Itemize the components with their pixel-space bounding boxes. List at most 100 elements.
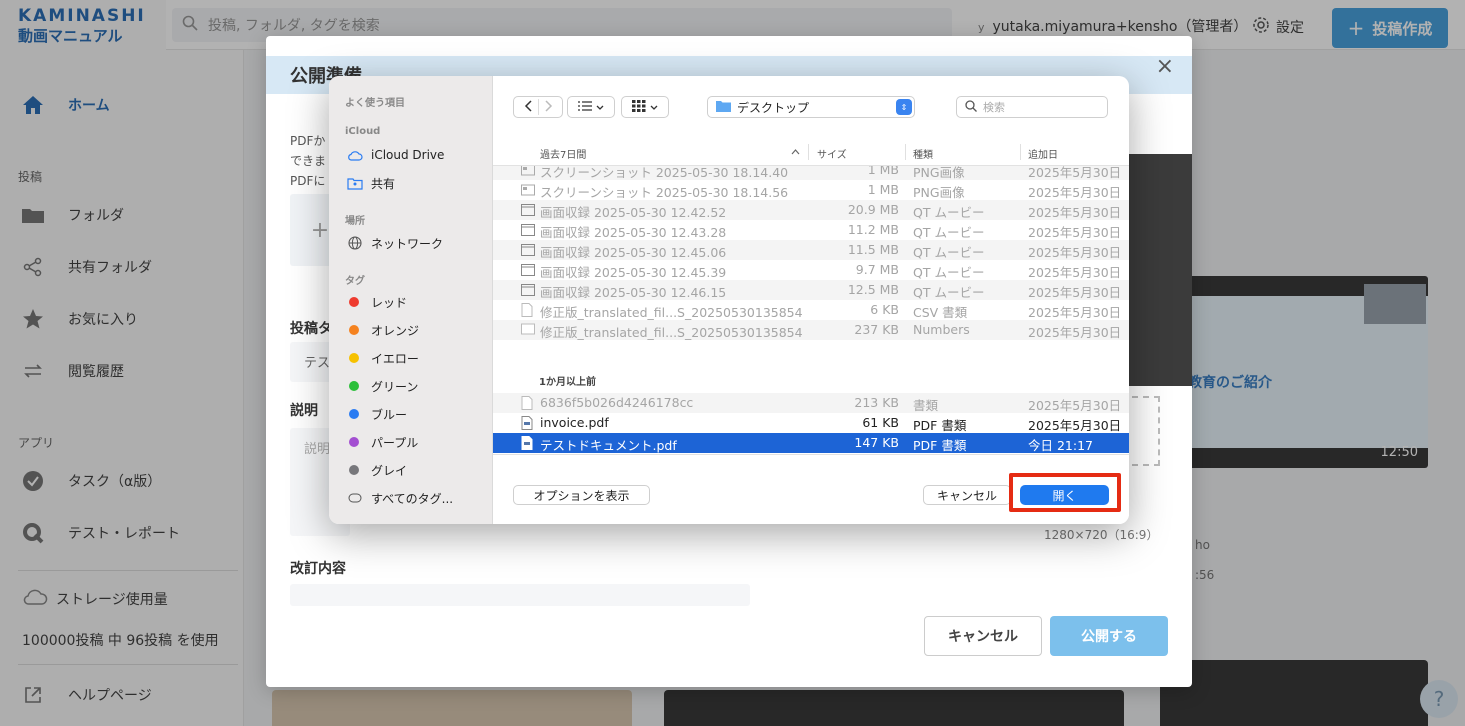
- show-options-button[interactable]: オプションを表示: [513, 485, 650, 505]
- desktop-folder-icon: [716, 100, 731, 115]
- sidebar-item-label: グレイ: [371, 463, 408, 478]
- column-size[interactable]: サイズ: [817, 146, 847, 161]
- grid-view-button[interactable]: [621, 96, 669, 118]
- file-name: 画面収録 2025-05-30 12.46.15: [540, 285, 727, 300]
- sidebar-tag-red[interactable]: レッド: [347, 293, 407, 311]
- tag-color-dot: [349, 409, 359, 419]
- description-label: 説明: [290, 403, 318, 419]
- movie-icon: [521, 263, 535, 277]
- sidebar-tag-purple[interactable]: パープル: [347, 433, 418, 451]
- tag-color-dot: [349, 465, 359, 475]
- resolution-label: 1280×720（16:9）: [1044, 528, 1159, 542]
- file-row[interactable]: 修正版_translated_fil...S_20250530135854 23…: [493, 320, 1129, 340]
- tag-color-dot: [349, 353, 359, 363]
- file-name: スクリーンショット 2025-05-30 18.14.56: [540, 185, 789, 200]
- file-name: スクリーンショット 2025-05-30 18.14.40: [540, 166, 789, 180]
- modal-description: PDFか: [290, 134, 326, 148]
- file-row[interactable]: 修正版_translated_fil...S_20250530135854 6 …: [493, 300, 1129, 320]
- modal-description: PDFに: [290, 174, 326, 188]
- column-name[interactable]: 過去7日間: [540, 146, 586, 161]
- dialog-search-input[interactable]: 検索: [956, 96, 1108, 118]
- file-size: 237 KB: [854, 322, 899, 337]
- chevron-down-icon: [596, 100, 604, 114]
- publish-button[interactable]: 公開する: [1050, 616, 1168, 656]
- highlight-annotation: [1009, 473, 1121, 512]
- pdf-icon: [521, 416, 535, 430]
- sidebar-tag-gray[interactable]: グレイ: [347, 461, 407, 479]
- file-row[interactable]: 画面収録 2025-05-30 12.43.28 11.2 MB QT ムービー…: [493, 220, 1129, 240]
- tag-color-dot: [349, 297, 359, 307]
- file-kind: PNG画像: [913, 185, 965, 200]
- file-kind: PNG画像: [913, 166, 965, 180]
- dialog-cancel-button[interactable]: キャンセル: [923, 485, 1011, 505]
- column-date[interactable]: 追加日: [1028, 146, 1058, 161]
- file-name: 画面収録 2025-05-30 12.42.52: [540, 205, 727, 220]
- file-kind: QT ムービー: [913, 285, 985, 300]
- numbers-icon: [521, 323, 535, 337]
- sidebar-tag-green[interactable]: グリーン: [347, 377, 418, 395]
- chevron-right-icon[interactable]: [543, 99, 553, 115]
- search-icon: [965, 99, 977, 115]
- image-icon: [521, 166, 535, 177]
- file-row[interactable]: 画面収録 2025-05-30 12.45.06 11.5 MB QT ムービー…: [493, 240, 1129, 260]
- modal-cancel-button[interactable]: キャンセル: [924, 616, 1042, 656]
- file-row[interactable]: 画面収録 2025-05-30 12.46.15 12.5 MB QT ムービー…: [493, 280, 1129, 300]
- thumbnail-preview: [1118, 154, 1192, 386]
- sidebar-tag-orange[interactable]: オレンジ: [347, 321, 419, 339]
- sidebar-shared[interactable]: 共有: [347, 174, 395, 192]
- file-row[interactable]: スクリーンショット 2025-05-30 18.14.56 1 MB PNG画像…: [493, 180, 1129, 200]
- file-size: 20.9 MB: [847, 202, 899, 217]
- sort-chevron-up-icon: [791, 147, 800, 158]
- thumbnail-dropzone[interactable]: [1132, 396, 1160, 466]
- sidebar-network[interactable]: ネットワーク: [347, 234, 443, 252]
- file-name: 画面収録 2025-05-30 12.45.39: [540, 265, 727, 280]
- file-row-selected[interactable]: テストドキュメント.pdf 147 KB PDF 書類 今日 21:17: [493, 433, 1129, 453]
- sidebar-tag-blue[interactable]: ブルー: [347, 405, 407, 423]
- file-kind: QT ムービー: [913, 205, 985, 220]
- grid-icon: [632, 99, 646, 115]
- file-name: 画面収録 2025-05-30 12.43.28: [540, 225, 727, 240]
- revision-label: 改訂内容: [290, 561, 346, 577]
- tags-section: タグ: [345, 276, 365, 287]
- chevron-down-icon: [650, 100, 658, 114]
- divider: [905, 144, 906, 160]
- tag-outline-icon: [347, 490, 363, 506]
- sidebar-tag-yellow[interactable]: イエロー: [347, 349, 419, 367]
- movie-icon: [521, 283, 535, 297]
- sidebar-item-label: グリーン: [371, 379, 419, 394]
- file-row[interactable]: スクリーンショット 2025-05-30 18.14.40 1 MB PNG画像…: [493, 166, 1129, 180]
- location-popup[interactable]: デスクトップ ⇕: [707, 96, 915, 118]
- file-row[interactable]: 6836f5b026d4246178cc 213 KB 書類 2025年5月30…: [493, 393, 1129, 413]
- divider: [537, 99, 539, 115]
- close-icon[interactable]: ×: [1156, 54, 1174, 79]
- file-kind: PDF 書類: [913, 438, 967, 453]
- revision-input[interactable]: [290, 584, 750, 606]
- file-kind: 書類: [913, 398, 939, 413]
- file-name: 6836f5b026d4246178cc: [540, 395, 694, 410]
- file-row[interactable]: invoice.pdf 61 KB PDF 書類 2025年5月30日: [493, 413, 1129, 433]
- favorites-section: よく使う項目: [345, 98, 405, 109]
- file-date: 2025年5月30日: [1028, 325, 1122, 340]
- file-kind: QT ムービー: [913, 245, 985, 260]
- file-size: 6 KB: [870, 302, 899, 317]
- sidebar-item-label: iCloud Drive: [371, 148, 445, 162]
- file-row[interactable]: 画面収録 2025-05-30 12.45.39 9.7 MB QT ムービー …: [493, 260, 1129, 280]
- file-row[interactable]: 画面収録 2025-05-30 12.42.52 20.9 MB QT ムービー…: [493, 200, 1129, 220]
- list-icon: [578, 100, 592, 114]
- file-date: 2025年5月30日: [1028, 205, 1122, 220]
- sidebar-all-tags[interactable]: すべてのタグ...: [347, 489, 453, 507]
- location-label: デスクトップ: [737, 100, 810, 115]
- shared-folder-icon: [347, 175, 363, 191]
- back-forward-buttons[interactable]: [513, 96, 563, 118]
- file-name: テストドキュメント.pdf: [540, 438, 677, 453]
- column-kind[interactable]: 種類: [913, 146, 933, 161]
- file-date: 2025年5月30日: [1028, 305, 1122, 320]
- file-size: 11.5 MB: [847, 242, 899, 257]
- file-name: 修正版_translated_fil...S_20250530135854: [540, 325, 803, 340]
- sidebar-icloud-drive[interactable]: iCloud Drive: [347, 146, 444, 164]
- list-view-button[interactable]: [567, 96, 615, 118]
- file-list: スクリーンショット 2025-05-30 18.14.40 1 MB PNG画像…: [493, 166, 1129, 454]
- file-kind: CSV 書類: [913, 305, 968, 320]
- chevron-left-icon[interactable]: [524, 99, 534, 115]
- movie-icon: [521, 243, 535, 257]
